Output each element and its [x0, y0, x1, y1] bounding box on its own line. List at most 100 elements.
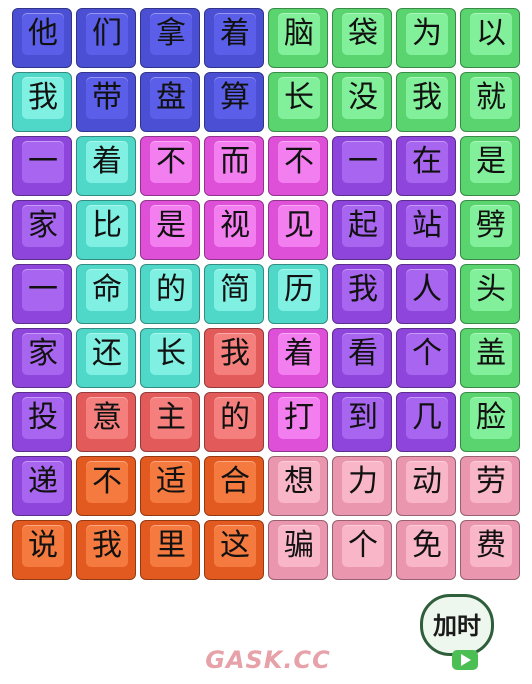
char-tile[interactable]: 长: [140, 328, 200, 388]
char-tile[interactable]: 说: [12, 520, 72, 580]
char-tile[interactable]: 还: [76, 328, 136, 388]
tile-character: 们: [92, 16, 122, 51]
tile-character: 我: [348, 272, 378, 307]
char-tile[interactable]: 适: [140, 456, 200, 516]
char-tile[interactable]: 到: [332, 392, 392, 452]
tile-character: 拿: [156, 16, 186, 51]
char-tile[interactable]: 站: [396, 200, 456, 260]
char-tile[interactable]: 个: [396, 328, 456, 388]
tile-character: 见: [284, 208, 314, 243]
char-tile[interactable]: 为: [396, 8, 456, 68]
char-tile[interactable]: 合: [204, 456, 264, 516]
char-tile[interactable]: 家: [12, 328, 72, 388]
char-tile[interactable]: 不: [140, 136, 200, 196]
char-tile[interactable]: 起: [332, 200, 392, 260]
char-tile[interactable]: 简: [204, 264, 264, 324]
char-tile[interactable]: 我: [76, 520, 136, 580]
char-tile[interactable]: 我: [204, 328, 264, 388]
char-tile[interactable]: 我: [332, 264, 392, 324]
char-tile[interactable]: 历: [268, 264, 328, 324]
char-tile[interactable]: 脸: [460, 392, 520, 452]
char-tile[interactable]: 个: [332, 520, 392, 580]
word-grid-board: 他们拿着脑袋为以我带盘算长没我就一着不而不一在是家比是视见起站劈一命的简历我人头…: [0, 0, 532, 600]
tile-character: 几: [412, 400, 442, 435]
char-tile[interactable]: 免: [396, 520, 456, 580]
tile-character: 比: [92, 208, 122, 243]
char-tile[interactable]: 想: [268, 456, 328, 516]
char-tile[interactable]: 带: [76, 72, 136, 132]
char-tile[interactable]: 一: [12, 136, 72, 196]
char-tile[interactable]: 家: [12, 200, 72, 260]
char-tile[interactable]: 着: [268, 328, 328, 388]
char-tile[interactable]: 不: [76, 456, 136, 516]
char-tile[interactable]: 我: [12, 72, 72, 132]
char-tile[interactable]: 着: [204, 8, 264, 68]
char-tile[interactable]: 递: [12, 456, 72, 516]
char-tile[interactable]: 看: [332, 328, 392, 388]
char-tile[interactable]: 动: [396, 456, 456, 516]
char-tile[interactable]: 长: [268, 72, 328, 132]
char-tile[interactable]: 这: [204, 520, 264, 580]
char-tile[interactable]: 他: [12, 8, 72, 68]
char-tile[interactable]: 一: [332, 136, 392, 196]
tile-character: 人: [412, 272, 442, 307]
char-tile[interactable]: 里: [140, 520, 200, 580]
tile-character: 着: [92, 144, 122, 179]
char-tile[interactable]: 几: [396, 392, 456, 452]
char-tile[interactable]: 着: [76, 136, 136, 196]
tile-character: 一: [348, 144, 378, 179]
char-tile[interactable]: 拿: [140, 8, 200, 68]
tile-character: 不: [92, 464, 122, 499]
tile-character: 不: [284, 144, 314, 179]
char-tile[interactable]: 头: [460, 264, 520, 324]
char-tile[interactable]: 盖: [460, 328, 520, 388]
char-tile[interactable]: 主: [140, 392, 200, 452]
char-tile[interactable]: 投: [12, 392, 72, 452]
char-tile[interactable]: 而: [204, 136, 264, 196]
char-tile[interactable]: 命: [76, 264, 136, 324]
char-tile[interactable]: 的: [140, 264, 200, 324]
tile-character: 意: [92, 400, 122, 435]
tile-character: 算: [220, 80, 250, 115]
char-tile[interactable]: 就: [460, 72, 520, 132]
char-tile[interactable]: 一: [12, 264, 72, 324]
tile-character: 起: [348, 208, 378, 243]
char-tile[interactable]: 不: [268, 136, 328, 196]
tile-character: 骗: [284, 528, 314, 563]
char-tile[interactable]: 比: [76, 200, 136, 260]
char-tile[interactable]: 们: [76, 8, 136, 68]
char-tile[interactable]: 袋: [332, 8, 392, 68]
char-tile[interactable]: 我: [396, 72, 456, 132]
char-tile[interactable]: 见: [268, 200, 328, 260]
char-tile[interactable]: 劳: [460, 456, 520, 516]
add-time-button[interactable]: 加时: [420, 594, 496, 672]
char-tile[interactable]: 费: [460, 520, 520, 580]
tile-character: 简: [220, 272, 250, 307]
tile-character: 带: [92, 80, 122, 115]
char-tile[interactable]: 在: [396, 136, 456, 196]
char-tile[interactable]: 盘: [140, 72, 200, 132]
char-tile[interactable]: 劈: [460, 200, 520, 260]
char-tile[interactable]: 视: [204, 200, 264, 260]
tile-character: 就: [476, 80, 506, 115]
char-tile[interactable]: 是: [140, 200, 200, 260]
tile-character: 站: [412, 208, 442, 243]
char-tile[interactable]: 脑: [268, 8, 328, 68]
char-tile[interactable]: 的: [204, 392, 264, 452]
tile-character: 主: [156, 400, 186, 435]
char-tile[interactable]: 算: [204, 72, 264, 132]
char-tile[interactable]: 力: [332, 456, 392, 516]
tile-character: 视: [220, 208, 250, 243]
char-tile[interactable]: 以: [460, 8, 520, 68]
char-tile[interactable]: 人: [396, 264, 456, 324]
tile-character: 长: [156, 336, 186, 371]
char-tile[interactable]: 是: [460, 136, 520, 196]
tile-character: 看: [348, 336, 378, 371]
tile-character: 适: [156, 464, 186, 499]
char-tile[interactable]: 没: [332, 72, 392, 132]
tile-character: 没: [348, 80, 378, 115]
char-tile[interactable]: 打: [268, 392, 328, 452]
char-tile[interactable]: 意: [76, 392, 136, 452]
tile-character: 盖: [476, 336, 506, 371]
char-tile[interactable]: 骗: [268, 520, 328, 580]
